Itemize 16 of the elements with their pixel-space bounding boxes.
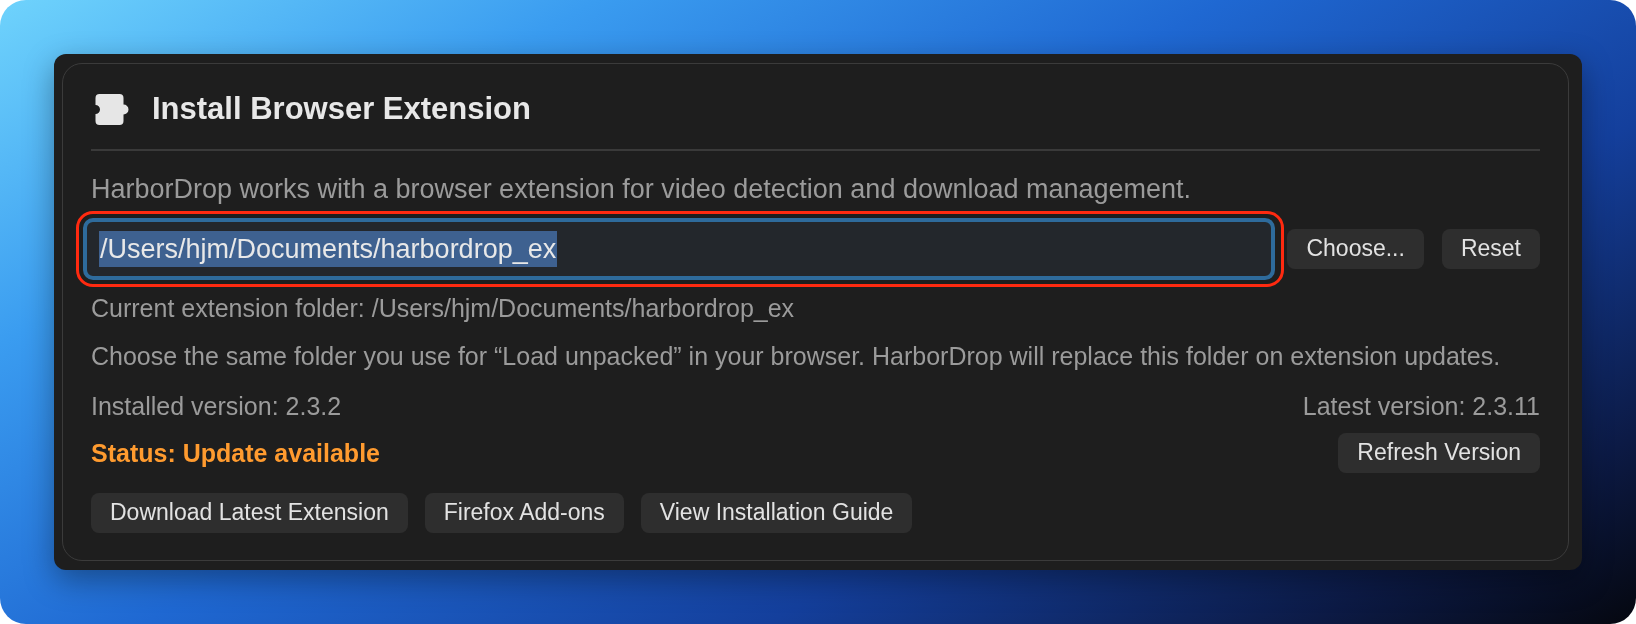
latest-version-text: Latest version: 2.3.11 xyxy=(1302,390,1540,421)
status-text: Status: Update available xyxy=(91,437,380,468)
hint-text: Choose the same folder you use for “Load unpacked” in your browser. HarborDrop will replace this folder on extension updates. xyxy=(91,340,1502,371)
action-button[interactable]: Download Latest Extension xyxy=(91,492,408,533)
window-title: Install Browser Extension xyxy=(152,91,531,127)
refresh-version-button[interactable]: Refresh Version xyxy=(1338,432,1540,473)
choose-button[interactable]: Choose... xyxy=(1287,228,1424,269)
action-button[interactable]: View Installation Guide xyxy=(640,492,913,533)
puzzle-icon xyxy=(94,93,131,125)
action-button[interactable]: Firefox Add-ons xyxy=(424,492,624,533)
selected-text: /Users/hjm/Documents/harbordrop_ex xyxy=(99,230,558,267)
installed-version-text: Installed version: 2.3.2 xyxy=(91,390,342,421)
description-text: HarborDrop works with a browser extension for video detection and download management. xyxy=(91,173,1193,204)
current-folder-text: Current extension folder: /Users/hjm/Documents/harbordrop_ex xyxy=(91,292,796,323)
folder-path-field[interactable]: /Users/hjm/Documents/harbordrop_ex xyxy=(83,217,1276,280)
reset-button[interactable]: Reset xyxy=(1441,228,1540,269)
